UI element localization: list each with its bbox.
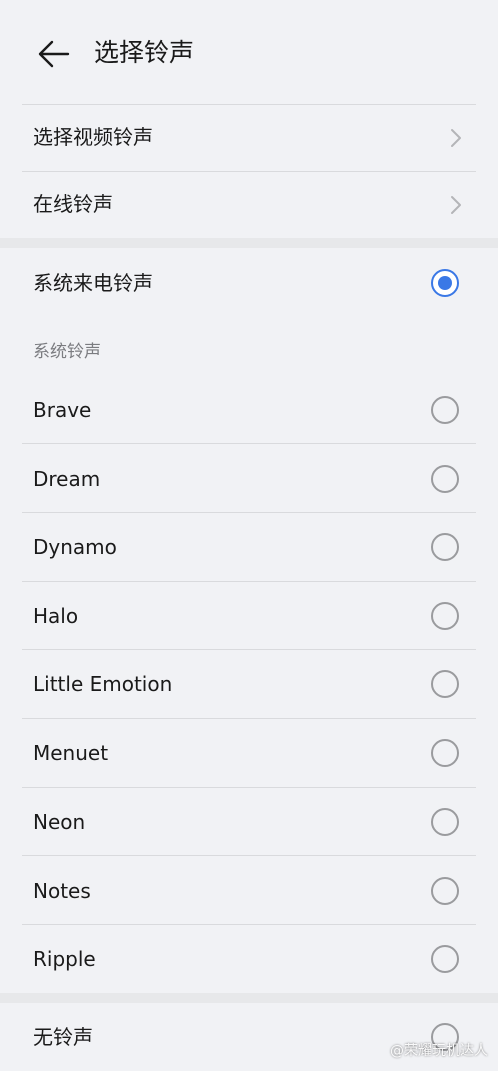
ringtone-picker-screen: 选择铃声 选择视频铃声 在线铃声 系统来电铃声 系统铃声 Brave Dream… <box>0 0 498 1071</box>
ringtone-item-ripple[interactable]: Ripple <box>0 925 498 993</box>
online-ringtone-label: 在线铃声 <box>33 192 113 216</box>
section-separator <box>0 993 498 1003</box>
section-separator <box>0 238 498 248</box>
chevron-right-icon <box>451 196 461 214</box>
video-ringtone-label: 选择视频铃声 <box>33 125 153 149</box>
ringtone-label: Brave <box>33 398 92 422</box>
divider <box>22 443 476 444</box>
back-button[interactable] <box>30 32 78 76</box>
ringtone-label: Neon <box>33 810 86 834</box>
ringtone-item-dream[interactable]: Dream <box>0 445 498 513</box>
radio-button[interactable] <box>431 739 459 767</box>
ringtone-label: Little Emotion <box>33 672 173 696</box>
section-header-system-ringtones: 系统铃声 <box>33 342 101 362</box>
ringtone-label: Halo <box>33 604 79 628</box>
radio-button[interactable] <box>431 533 459 561</box>
radio-button[interactable] <box>431 396 459 424</box>
ringtone-item-menuet[interactable]: Menuet <box>0 719 498 787</box>
ringtone-item-dynamo[interactable]: Dynamo <box>0 513 498 581</box>
radio-button[interactable] <box>431 877 459 905</box>
radio-button[interactable] <box>431 465 459 493</box>
no-ringtone-option[interactable]: 无铃声 <box>0 1003 498 1071</box>
ringtone-item-neon[interactable]: Neon <box>0 788 498 856</box>
radio-button[interactable] <box>431 602 459 630</box>
system-incoming-label: 系统来电铃声 <box>33 271 153 295</box>
online-ringtone-option[interactable]: 在线铃声 <box>0 172 498 238</box>
header: 选择铃声 <box>0 0 498 104</box>
ringtone-label: Dream <box>33 467 101 491</box>
video-ringtone-option[interactable]: 选择视频铃声 <box>0 105 498 171</box>
radio-selected[interactable] <box>431 269 459 297</box>
radio-button[interactable] <box>431 808 459 836</box>
chevron-right-icon <box>451 129 461 147</box>
ringtone-label: Ripple <box>33 947 96 971</box>
system-incoming-ringtone-option[interactable]: 系统来电铃声 <box>0 249 498 317</box>
radio-button[interactable] <box>431 670 459 698</box>
radio-button[interactable] <box>431 945 459 973</box>
ringtone-label: Notes <box>33 879 91 903</box>
no-ringtone-label: 无铃声 <box>33 1025 93 1049</box>
ringtone-item-notes[interactable]: Notes <box>0 857 498 925</box>
arrow-left-icon <box>38 40 70 68</box>
ringtone-item-brave[interactable]: Brave <box>0 376 498 444</box>
page-title: 选择铃声 <box>94 38 195 67</box>
watermark: @荣耀玩机达人 <box>390 1043 488 1059</box>
ringtone-item-little-emotion[interactable]: Little Emotion <box>0 650 498 718</box>
ringtone-label: Menuet <box>33 741 109 765</box>
ringtone-label: Dynamo <box>33 535 117 559</box>
divider <box>22 855 476 856</box>
ringtone-item-halo[interactable]: Halo <box>0 582 498 650</box>
